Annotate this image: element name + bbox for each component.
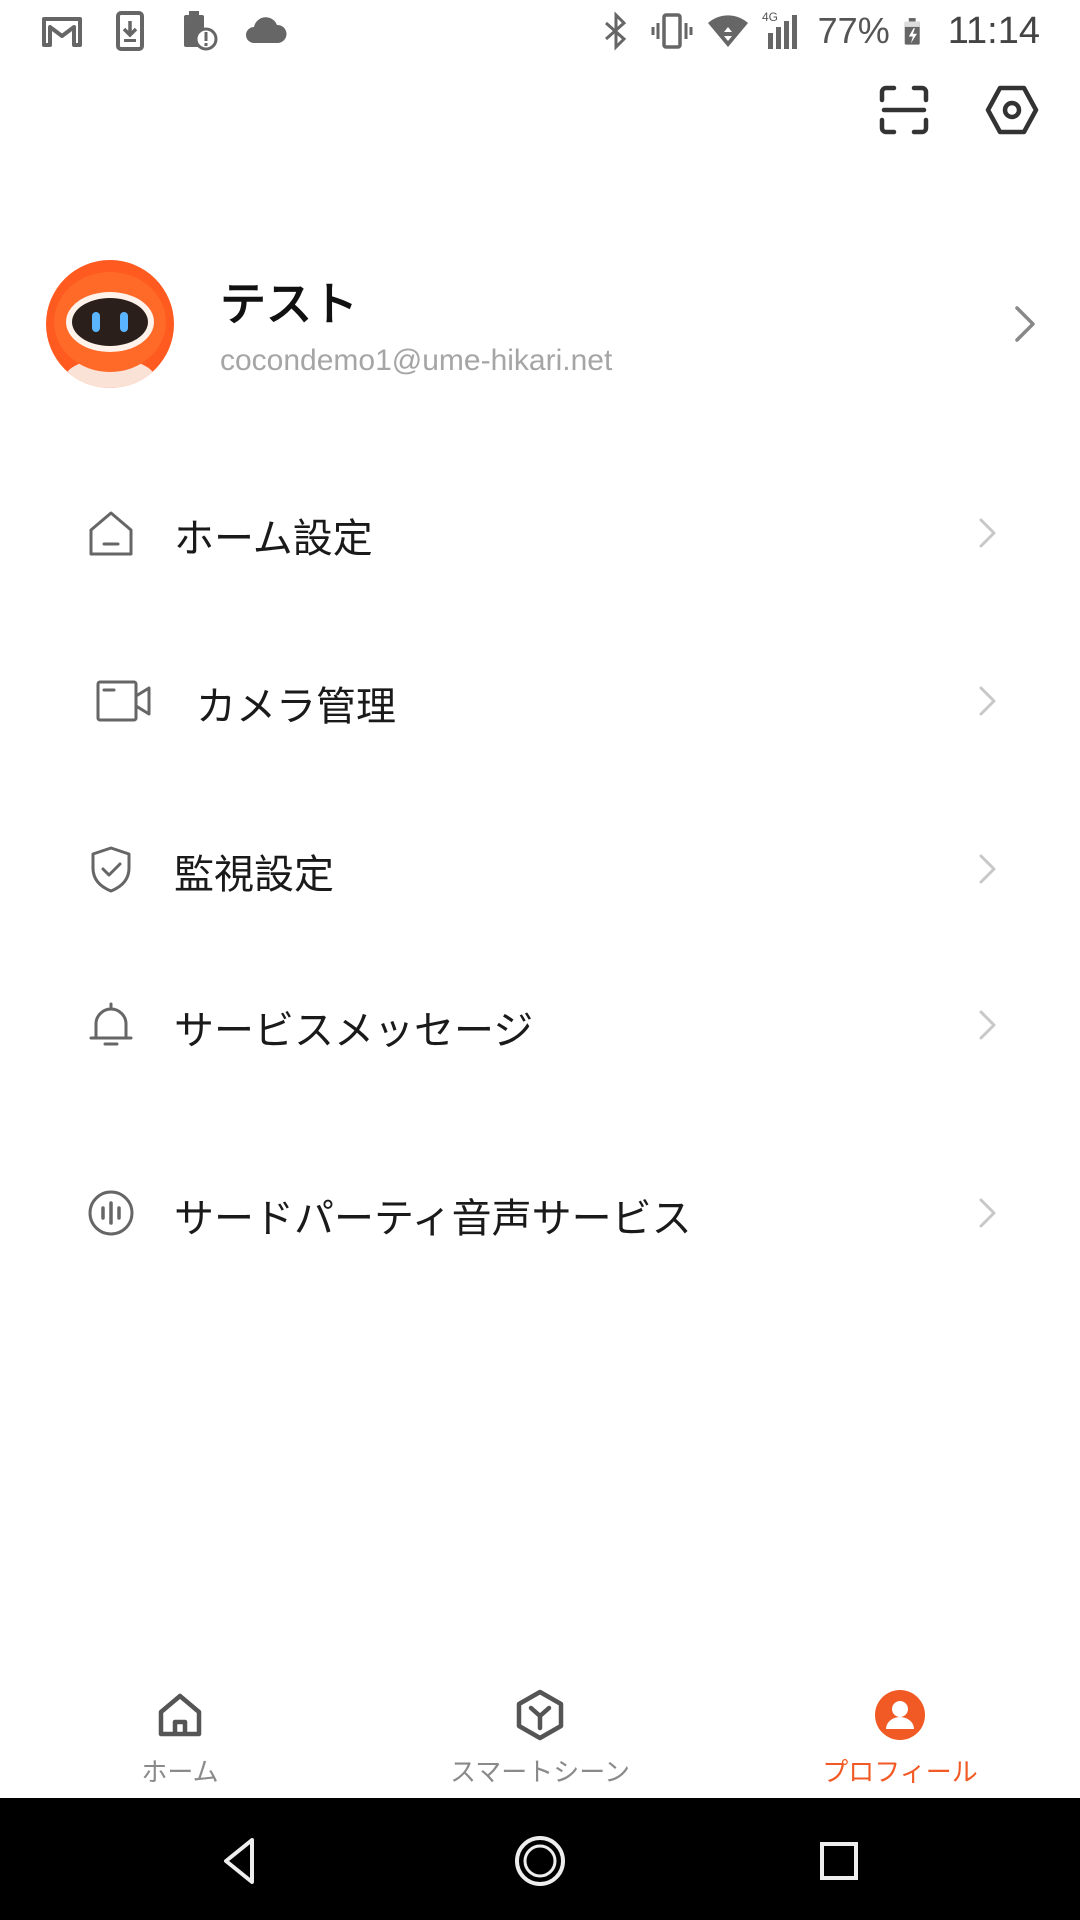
menu-item-home-settings[interactable]: ホーム設定 [0,472,1080,592]
settings-hexagon-icon[interactable] [984,82,1040,138]
battery-percent: 77% [817,10,890,51]
scan-icon[interactable] [876,82,932,138]
avatar[interactable] [46,260,174,388]
menu-item-third-party-voice[interactable]: サードパーティ音声サービス [0,1152,1080,1272]
menu-item-label: サービスメッセージ [174,1008,534,1054]
profile-name: テスト [220,277,358,331]
chevron-right-icon [1015,306,1035,342]
menu-item-label: サードパーティ音声サービス [174,1196,692,1242]
tab-home[interactable]: ホーム [60,1678,300,1798]
status-bar-right: 4G 77% 11:14 [594,8,1040,54]
status-time: 11:14 [947,9,1040,52]
recents-icon[interactable] [812,1834,866,1888]
smart-scene-icon [516,1689,564,1741]
menu-item-label: カメラ管理 [196,684,396,730]
menu-item-service-messages[interactable]: サービスメッセージ [0,964,1080,1084]
chevron-right-icon [979,518,996,548]
shield-check-icon [91,846,131,893]
tab-label: ホーム [141,1758,219,1788]
vibrate-icon [651,13,693,49]
battery-alert-icon [184,11,218,51]
tab-label: プロフィール [822,1758,978,1788]
system-nav-bar [0,1798,1080,1920]
home-circle-icon[interactable] [513,1834,567,1888]
download-icon [116,11,144,51]
network-type-label: 4G [762,10,778,24]
bluetooth-icon [604,11,626,51]
gmail-icon [42,17,82,47]
status-bar: 4G 77% 11:14 [0,0,1080,62]
chevron-right-icon [979,1010,996,1040]
tab-label: スマートシーン [450,1758,630,1788]
bottom-tab-bar: ホーム スマートシーン プロフィール [0,1678,1080,1798]
robot-avatar-icon [46,260,174,388]
profile-icon [875,1690,925,1740]
profile-header[interactable]: テスト cocondemo1@ume-hikari.net [0,250,1080,400]
chevron-right-icon [979,686,996,716]
menu-item-camera-management[interactable]: カメラ管理 [0,640,1080,760]
cloud-icon [246,17,287,43]
menu-item-label: ホーム設定 [174,516,373,562]
tab-profile[interactable]: プロフィール [780,1678,1020,1798]
camera-icon [96,680,151,722]
home-outline-icon [89,511,133,556]
profile-email: cocondemo1@ume-hikari.net [220,344,613,377]
wifi-icon [707,15,748,47]
home-icon [158,1693,202,1737]
status-bar-left [40,8,288,54]
tab-smart-scene[interactable]: スマートシーン [420,1678,660,1798]
back-icon[interactable] [214,1834,268,1888]
top-actions [876,82,1040,138]
chevron-right-icon [979,854,996,884]
chevron-right-icon [979,1198,996,1228]
menu-item-monitoring-settings[interactable]: 監視設定 [0,808,1080,928]
menu-item-label: 監視設定 [174,852,334,898]
voice-icon [88,1190,134,1236]
signal-4g-icon: 4G [762,10,797,49]
bell-icon [89,1002,133,1046]
battery-charging-icon [904,18,920,45]
